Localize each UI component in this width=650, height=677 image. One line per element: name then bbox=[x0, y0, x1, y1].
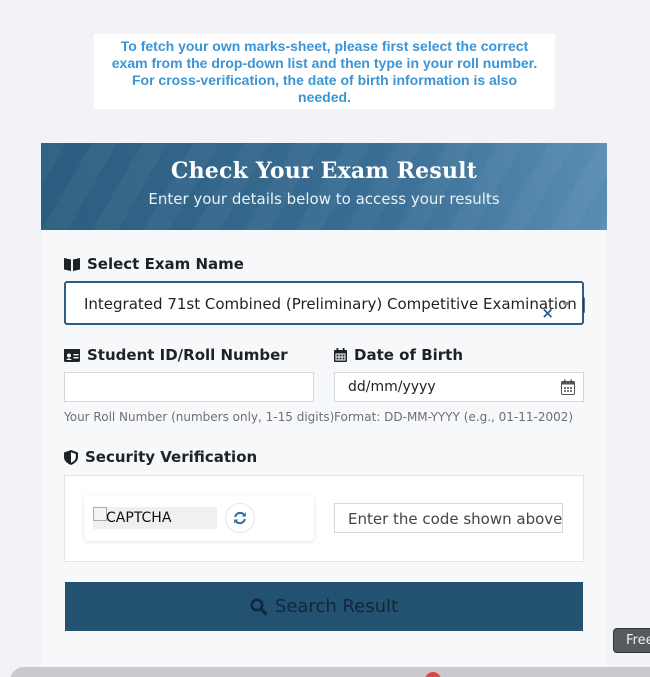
shield-icon bbox=[64, 449, 78, 465]
instructions-notice: To fetch your own marks-sheet, please fi… bbox=[94, 34, 555, 109]
roll-label: Student ID/Roll Number bbox=[64, 346, 288, 364]
search-icon bbox=[250, 598, 267, 615]
chevron-down-icon[interactable] bbox=[562, 302, 570, 307]
exam-select[interactable]: Integrated 71st Combined (Preliminary) C… bbox=[64, 281, 587, 325]
captcha-placeholder: Enter the code shown above bbox=[348, 510, 563, 528]
card-subtitle: Enter your details below to access your … bbox=[148, 190, 500, 208]
dob-label-text: Date of Birth bbox=[354, 346, 464, 364]
captcha-input[interactable]: Enter the code shown above bbox=[334, 503, 563, 533]
refresh-captcha-button[interactable] bbox=[225, 503, 255, 533]
roll-label-text: Student ID/Roll Number bbox=[87, 346, 288, 364]
card-header: Check Your Exam Result Enter your detail… bbox=[41, 143, 607, 230]
dob-input[interactable]: dd/mm/yyyy bbox=[334, 372, 584, 402]
search-result-label: Search Result bbox=[274, 596, 399, 617]
captcha-image: CAPTCHA bbox=[93, 507, 217, 529]
dob-hint: Format: DD-MM-YYYY (e.g., 01-11-2002) bbox=[334, 410, 574, 424]
id-card-icon bbox=[64, 348, 80, 362]
exam-label: Select Exam Name bbox=[64, 255, 244, 273]
security-label-text: Security Verification bbox=[85, 448, 258, 466]
captcha-alt-text: CAPTCHA bbox=[106, 510, 172, 526]
roll-hint: Your Roll Number (numbers only, 1-15 dig… bbox=[64, 410, 335, 424]
roll-number-input[interactable] bbox=[64, 372, 314, 402]
book-open-icon bbox=[64, 258, 80, 271]
instructions-text: To fetch your own marks-sheet, please fi… bbox=[111, 37, 538, 105]
dob-label: Date of Birth bbox=[334, 346, 463, 364]
taskbar-dock bbox=[10, 667, 650, 677]
clear-selection-icon[interactable]: × bbox=[541, 306, 554, 321]
search-result-button[interactable]: Search Result bbox=[65, 582, 583, 631]
dob-placeholder: dd/mm/yyyy bbox=[348, 379, 436, 395]
security-label: Security Verification bbox=[64, 448, 257, 466]
exam-select-value: Integrated 71st Combined (Preliminary) C… bbox=[84, 295, 587, 313]
calendar-picker-icon[interactable] bbox=[561, 379, 575, 395]
calendar-icon bbox=[334, 348, 347, 362]
tooltip-text: Free bbox=[626, 633, 650, 648]
tooltip: Free bbox=[613, 628, 650, 653]
broken-image-icon bbox=[93, 507, 107, 521]
exam-label-text: Select Exam Name bbox=[87, 255, 244, 273]
refresh-icon bbox=[234, 511, 246, 525]
card-title: Check Your Exam Result bbox=[170, 158, 478, 184]
